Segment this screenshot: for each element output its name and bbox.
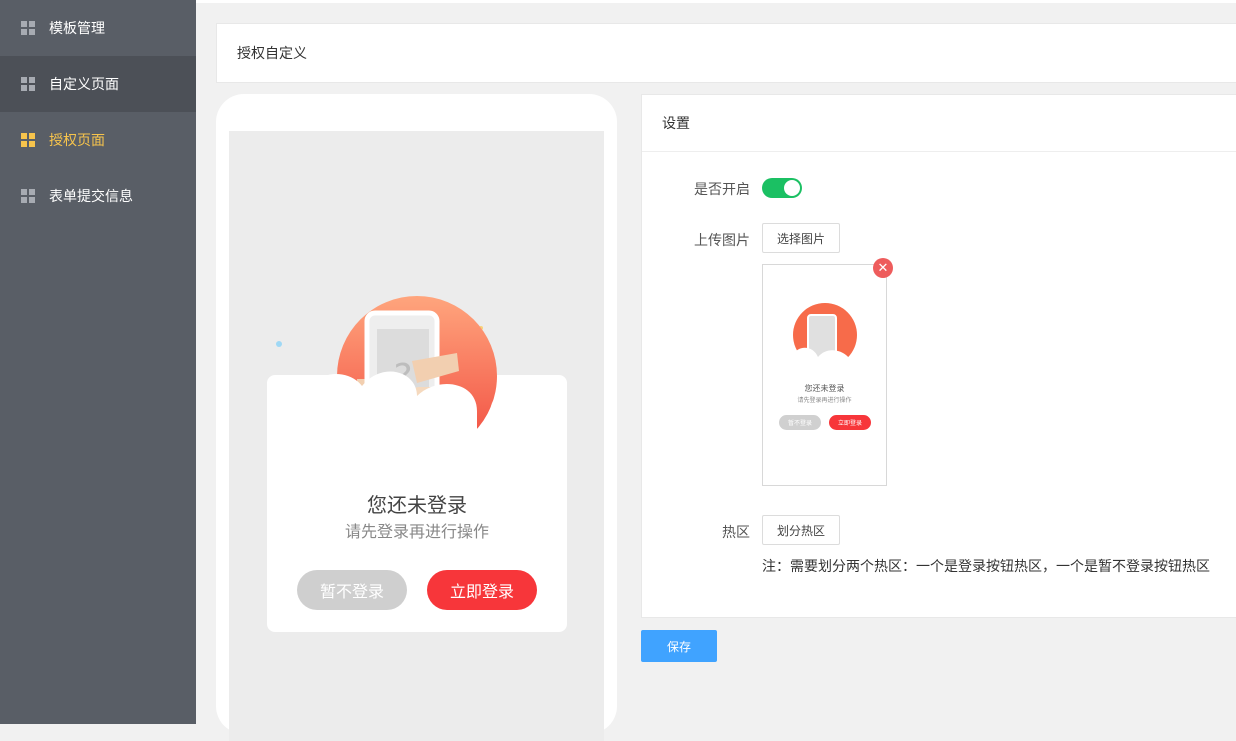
later-button[interactable]: 暂不登录 xyxy=(297,570,407,610)
thumbnail-title: 您还未登录 xyxy=(804,384,845,393)
hotspot-note: 注：需要划分两个热区：一个是登录按钮热区，一个是暂不登录按钮热区 xyxy=(762,559,1210,575)
grid-icon xyxy=(21,189,35,203)
enable-label: 是否开启 xyxy=(694,182,750,198)
thumbnail-subtitle: 请先登录再进行操作 xyxy=(797,397,852,404)
dialog-title: 您还未登录 xyxy=(367,493,467,517)
hotspot-label: 热区 xyxy=(722,525,750,541)
save-button[interactable]: 保存 xyxy=(641,630,717,662)
sidebar-item-auth-page[interactable]: 授权页面 xyxy=(0,112,196,168)
breadcrumb: 授权自定义 xyxy=(216,23,1236,83)
sidebar-item-label: 模板管理 xyxy=(49,21,105,37)
close-icon[interactable]: ✕ xyxy=(873,258,893,278)
phone-screen: 您还未登录 请先登录再进行操作 暂不登录 立即登录 ? xyxy=(229,131,604,741)
grid-icon xyxy=(21,77,35,91)
sidebar-item-custom-page[interactable]: 自定义页面 xyxy=(0,56,196,112)
phone-preview: 您还未登录 请先登录再进行操作 暂不登录 立即登录 ? xyxy=(216,94,617,741)
top-strip xyxy=(196,0,1236,3)
sidebar-item-template-management[interactable]: 模板管理 xyxy=(0,0,196,56)
sidebar-item-label: 授权页面 xyxy=(49,133,105,149)
phone-hand-illustration-icon: ? xyxy=(276,296,527,481)
settings-panel: 设置 是否开启 上传图片 选择图片 您还未登录 请先登录再进行操作 暂不登录 立… xyxy=(641,94,1236,618)
dialog-subtitle: 请先登录再进行操作 xyxy=(344,522,489,541)
uploaded-image-thumbnail: 您还未登录 请先登录再进行操作 暂不登录 立即登录 xyxy=(762,264,887,486)
login-button[interactable]: 立即登录 xyxy=(427,570,537,610)
thumbnail-illustration-icon xyxy=(793,303,857,373)
enable-toggle[interactable] xyxy=(762,178,802,198)
sidebar-item-label: 自定义页面 xyxy=(49,77,119,93)
thumbnail-login-button: 立即登录 xyxy=(829,415,871,430)
sidebar-item-label: 表单提交信息 xyxy=(49,189,133,205)
divide-hotspot-button[interactable]: 划分热区 xyxy=(762,515,840,545)
sidebar-item-form-submissions[interactable]: 表单提交信息 xyxy=(0,168,196,224)
grid-icon xyxy=(21,133,35,147)
settings-title: 设置 xyxy=(662,116,690,132)
upload-image-label: 上传图片 xyxy=(694,233,750,249)
settings-header: 设置 xyxy=(642,95,1236,152)
page-title: 授权自定义 xyxy=(237,46,307,62)
thumbnail-later-button: 暂不登录 xyxy=(779,415,821,430)
choose-image-button[interactable]: 选择图片 xyxy=(762,223,840,253)
sidebar: 模板管理 自定义页面 授权页面 表单提交信息 xyxy=(0,0,196,724)
grid-icon xyxy=(21,21,35,35)
